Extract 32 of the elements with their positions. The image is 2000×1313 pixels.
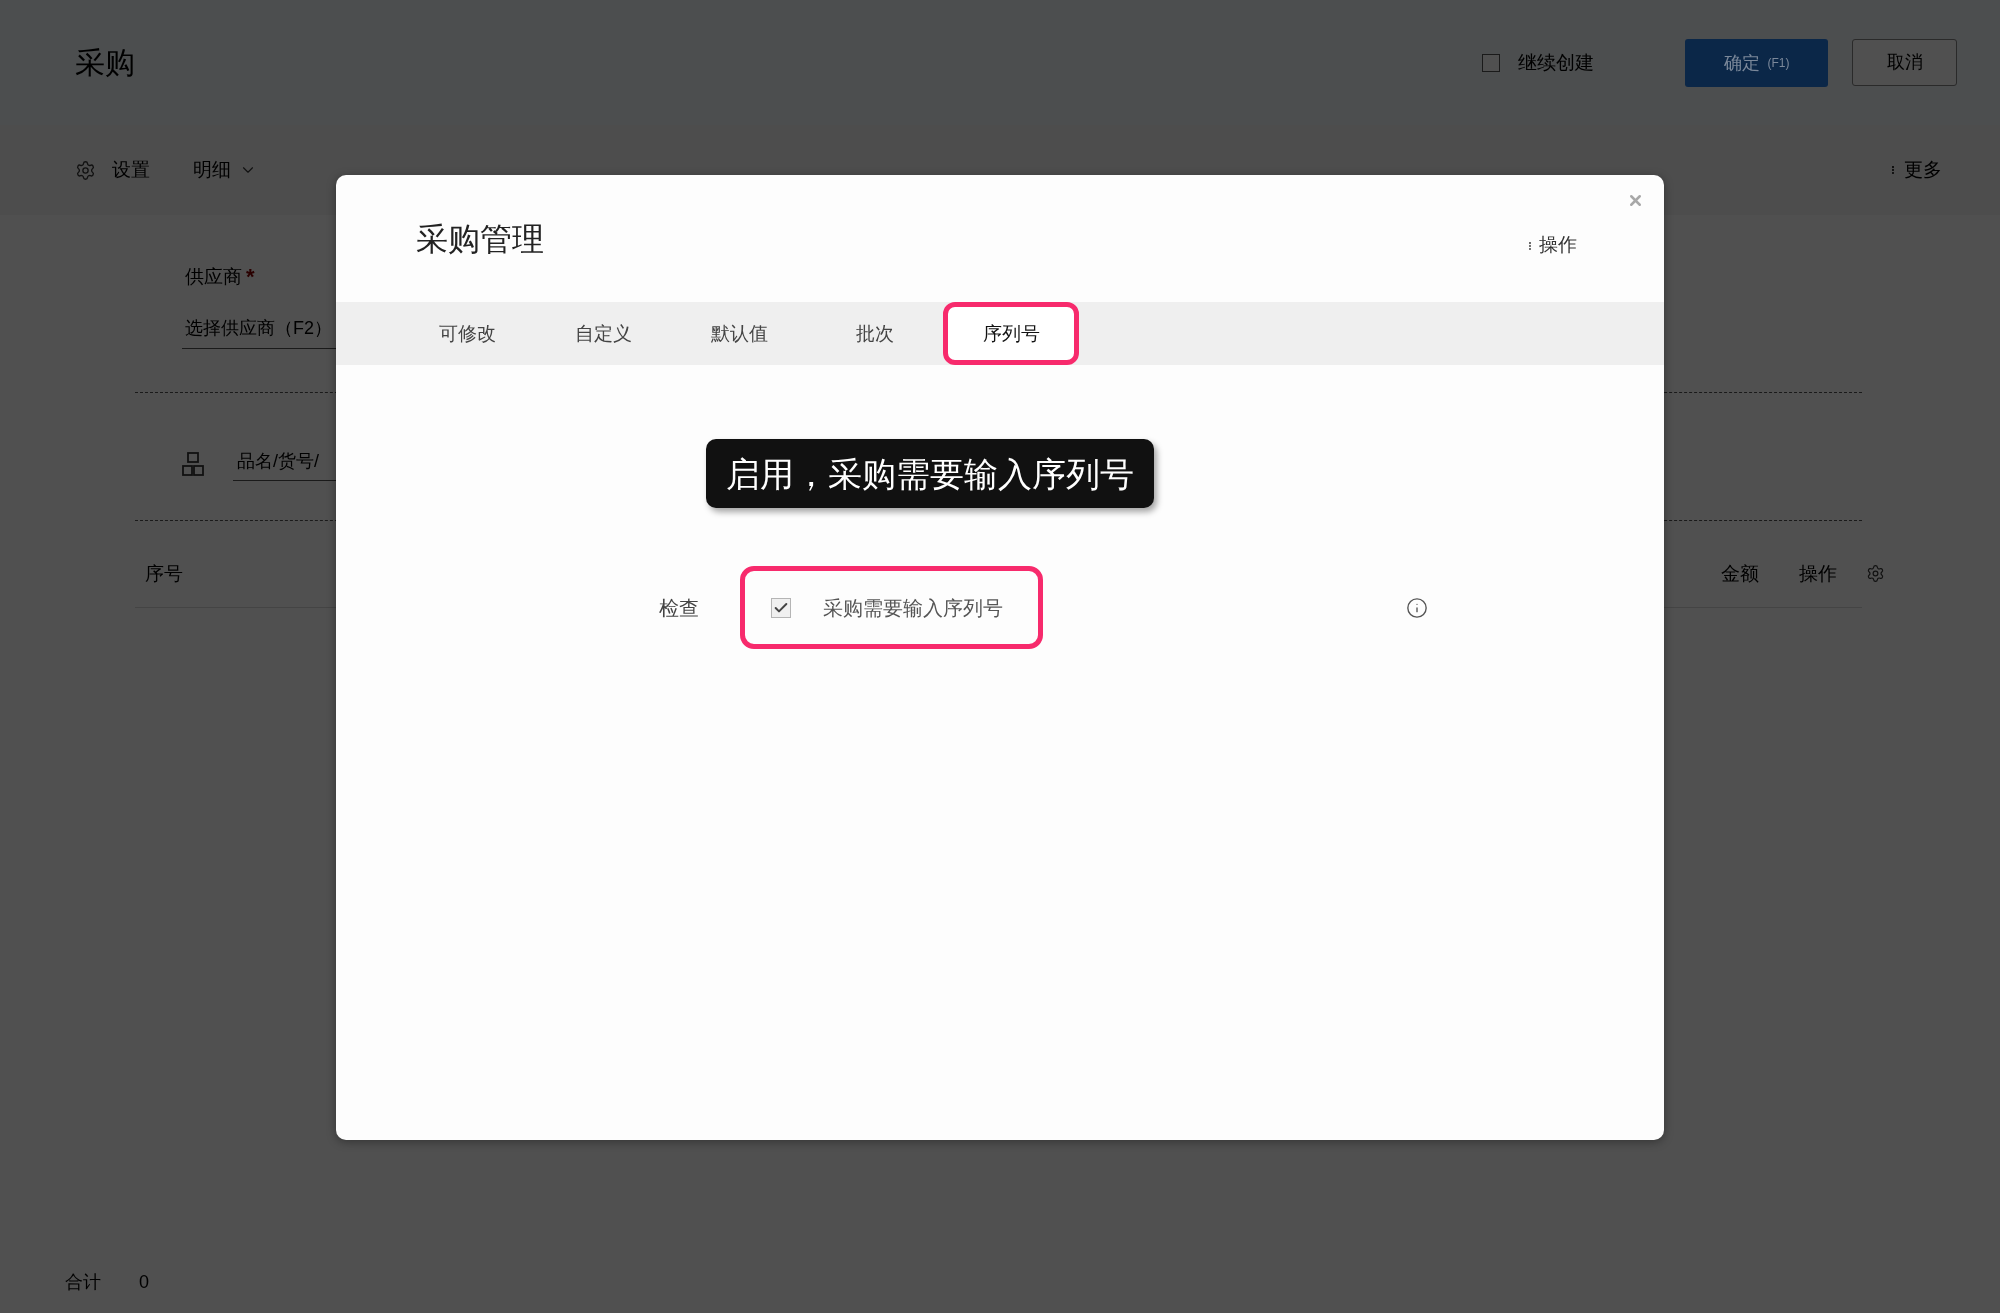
actions-button[interactable]: 操作 bbox=[1525, 231, 1577, 260]
confirm-button[interactable]: 确定 (F1) bbox=[1685, 38, 1828, 87]
info-icon[interactable] bbox=[1406, 596, 1428, 619]
settings-icon[interactable] bbox=[1866, 564, 1885, 583]
required-mark: * bbox=[246, 266, 255, 288]
column-header: 操作 bbox=[1799, 564, 1837, 583]
total-label: 合计 bbox=[65, 1273, 101, 1291]
checkbox-label: 继续创建 bbox=[1518, 53, 1594, 72]
checkbox[interactable] bbox=[1482, 53, 1500, 72]
tab[interactable]: 自定义 bbox=[535, 302, 671, 365]
page-title: 采购 bbox=[75, 47, 135, 78]
tab[interactable]: 可修改 bbox=[399, 302, 535, 365]
dialog-title: 采购管理 bbox=[416, 222, 544, 255]
tab[interactable]: 序列号 bbox=[943, 302, 1079, 365]
callout-caption: 启用，采购需要输入序列号 bbox=[706, 439, 1154, 508]
three-squares-icon bbox=[182, 452, 204, 476]
close-icon bbox=[1627, 192, 1644, 209]
setting-label: 检查 bbox=[659, 597, 700, 618]
checkbox-label: 采购需要输入序列号 bbox=[823, 597, 1003, 618]
tab[interactable]: 默认值 bbox=[671, 302, 807, 365]
tab[interactable]: 批次 bbox=[807, 302, 943, 365]
detail-dropdown[interactable]: 明细 bbox=[193, 155, 257, 185]
column-header: 金额 bbox=[1721, 564, 1759, 583]
checkbox[interactable] bbox=[771, 597, 791, 618]
column-header: 序号 bbox=[145, 564, 183, 583]
more-button[interactable]: 更多 bbox=[1888, 155, 1942, 185]
settings-button[interactable]: 设置 bbox=[75, 155, 150, 185]
supplier-label: 供应商 bbox=[185, 265, 242, 289]
cancel-button[interactable]: 取消 bbox=[1852, 39, 1957, 86]
settings-icon bbox=[75, 159, 96, 181]
close-button[interactable] bbox=[1627, 192, 1644, 209]
total-value: 0 bbox=[139, 1273, 149, 1291]
